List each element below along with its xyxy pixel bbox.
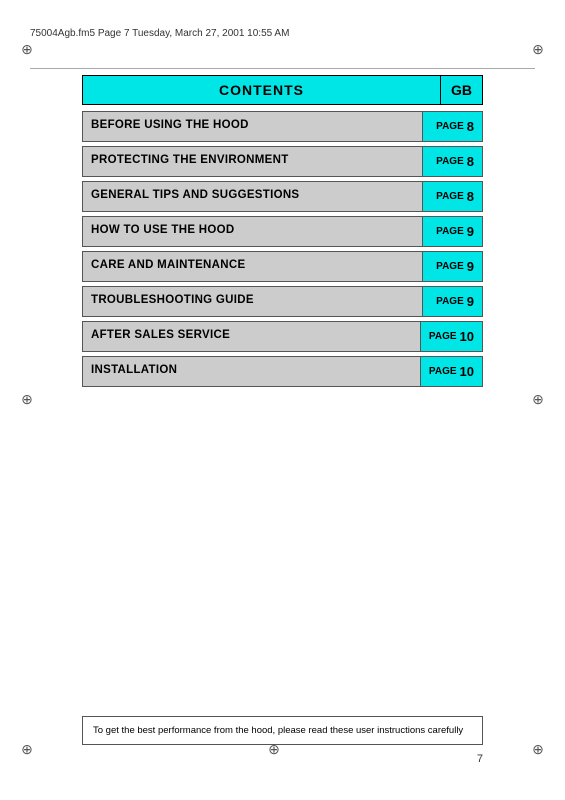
- filename-label: 75004Agb.fm5 Page 7 Tuesday, March 27, 2…: [30, 28, 289, 39]
- page-number: 7: [477, 753, 483, 765]
- toc-item-title: TROUBLESHOOTING GUIDE: [83, 287, 422, 316]
- page-num: 9: [467, 294, 474, 309]
- contents-title: CONTENTS: [83, 76, 440, 104]
- toc-item-page: PAGE 8: [422, 182, 482, 211]
- page-label: PAGE: [429, 366, 457, 377]
- reg-mark-bot-right: [529, 740, 547, 758]
- toc-item-title: GENERAL TIPS AND SUGGESTIONS: [83, 182, 422, 211]
- reg-mark-top-left: [18, 40, 36, 58]
- toc-row: PROTECTING THE ENVIRONMENT PAGE 8: [82, 146, 483, 177]
- content-area: CONTENTS GB BEFORE USING THE HOOD PAGE 8…: [82, 75, 483, 391]
- toc-item-title: CARE AND MAINTENANCE: [83, 252, 422, 281]
- page-label: PAGE: [436, 191, 464, 202]
- toc-item-title: INSTALLATION: [83, 357, 420, 386]
- page-num: 10: [460, 329, 474, 344]
- page-num: 8: [467, 154, 474, 169]
- toc-item-page: PAGE 10: [420, 357, 482, 386]
- toc-item-page: PAGE 9: [422, 252, 482, 281]
- toc-item-page: PAGE 10: [420, 322, 482, 351]
- toc-item-title: BEFORE USING THE HOOD: [83, 112, 422, 141]
- reg-mark-mid-left: [18, 390, 36, 408]
- toc-row: GENERAL TIPS AND SUGGESTIONS PAGE 8: [82, 181, 483, 212]
- page-label: PAGE: [436, 226, 464, 237]
- toc-row: TROUBLESHOOTING GUIDE PAGE 9: [82, 286, 483, 317]
- contents-header: CONTENTS GB: [82, 75, 483, 105]
- toc-item-page: PAGE 9: [422, 217, 482, 246]
- toc-list: BEFORE USING THE HOOD PAGE 8 PROTECTING …: [82, 111, 483, 387]
- toc-row: AFTER SALES SERVICE PAGE 10: [82, 321, 483, 352]
- toc-item-title: AFTER SALES SERVICE: [83, 322, 420, 351]
- page-label: PAGE: [436, 261, 464, 272]
- top-separator: [30, 68, 535, 69]
- toc-item-title: HOW TO USE THE HOOD: [83, 217, 422, 246]
- toc-row: CARE AND MAINTENANCE PAGE 9: [82, 251, 483, 282]
- toc-row: INSTALLATION PAGE 10: [82, 356, 483, 387]
- toc-item-page: PAGE 8: [422, 112, 482, 141]
- toc-item-page: PAGE 8: [422, 147, 482, 176]
- page-container: 75004Agb.fm5 Page 7 Tuesday, March 27, 2…: [0, 0, 565, 800]
- page-num: 10: [460, 364, 474, 379]
- page-num: 9: [467, 259, 474, 274]
- page-label: PAGE: [436, 121, 464, 132]
- toc-item-page: PAGE 9: [422, 287, 482, 316]
- page-num: 9: [467, 224, 474, 239]
- toc-item-title: PROTECTING THE ENVIRONMENT: [83, 147, 422, 176]
- reg-mark-top-right: [529, 40, 547, 58]
- header-bar: 75004Agb.fm5 Page 7 Tuesday, March 27, 2…: [30, 28, 535, 39]
- reg-mark-mid-right: [529, 390, 547, 408]
- reg-mark-bot-left: [18, 740, 36, 758]
- contents-gb-label: GB: [440, 76, 482, 104]
- page-num: 8: [467, 119, 474, 134]
- page-label: PAGE: [436, 296, 464, 307]
- page-label: PAGE: [436, 156, 464, 167]
- page-num: 8: [467, 189, 474, 204]
- page-label: PAGE: [429, 331, 457, 342]
- reg-mark-bot-mid: [265, 740, 283, 758]
- toc-row: HOW TO USE THE HOOD PAGE 9: [82, 216, 483, 247]
- toc-row: BEFORE USING THE HOOD PAGE 8: [82, 111, 483, 142]
